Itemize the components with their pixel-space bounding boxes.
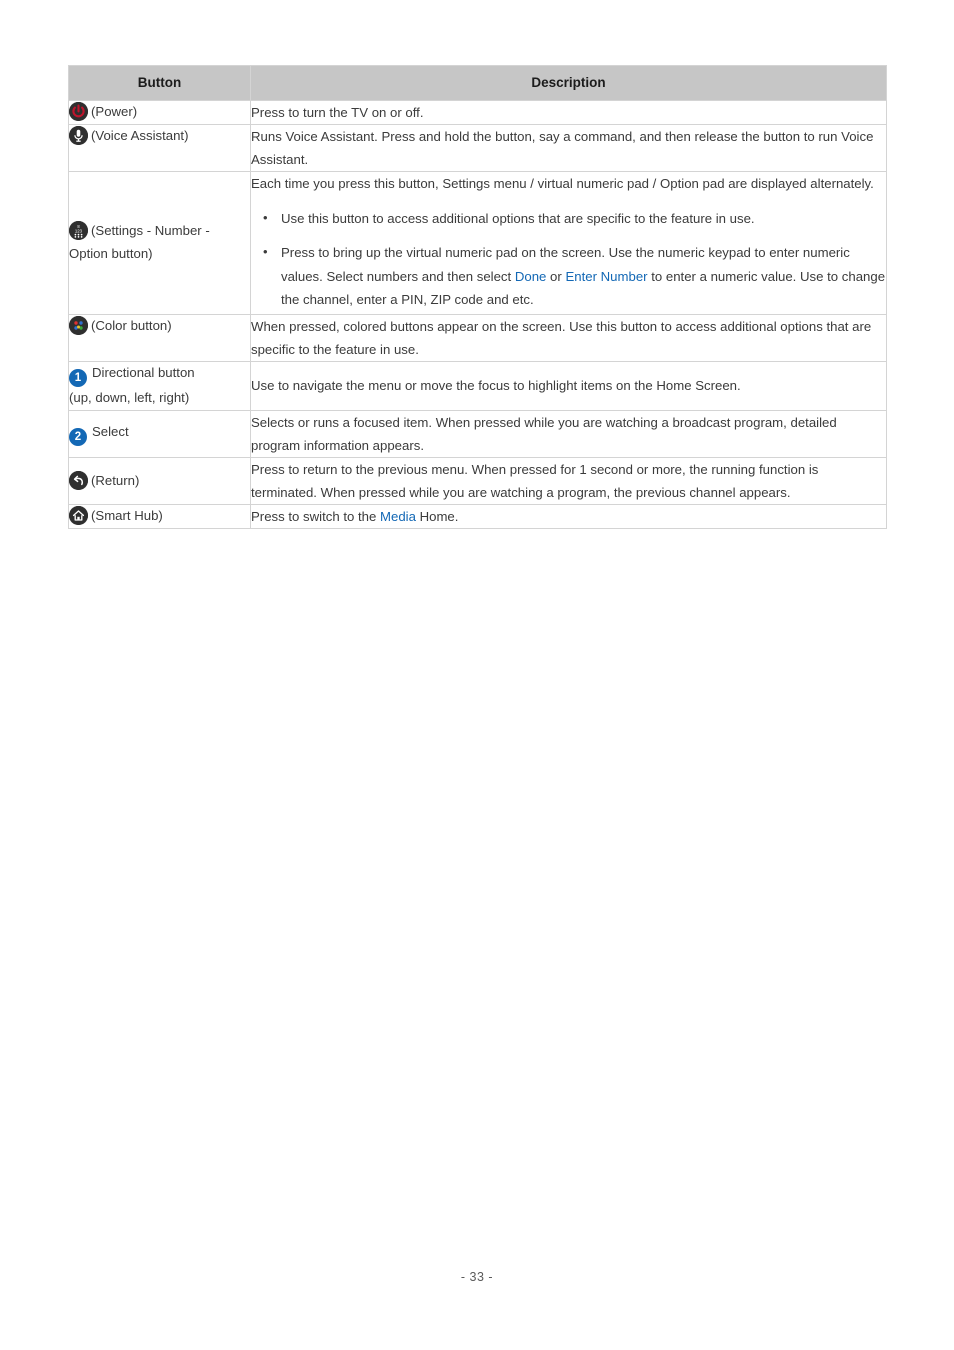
svg-text:123: 123 bbox=[75, 229, 83, 234]
table-row: (Color button) When pressed, colored but… bbox=[68, 313, 887, 362]
description-cell: Selects or runs a focused item. When pre… bbox=[250, 409, 887, 458]
button-label: Select bbox=[92, 424, 129, 440]
table-row: 8 123 (Settings - Number - Option button… bbox=[68, 171, 887, 315]
table-row: (Smart Hub) Press to switch to the Media… bbox=[68, 504, 887, 530]
button-label-line-1: 1 Directional button bbox=[69, 362, 250, 387]
column-header-description: Description bbox=[250, 65, 887, 101]
button-label-line-2: (up, down, left, right) bbox=[69, 389, 190, 405]
button-label: (Voice Assistant) bbox=[91, 128, 189, 144]
description-cell: Press to switch to the Media Home. bbox=[250, 504, 887, 530]
microphone-icon bbox=[69, 126, 88, 146]
button-cell: 8 123 (Settings - Number - Option button… bbox=[68, 171, 251, 315]
description-bullet-list: Use this button to access additional opt… bbox=[251, 206, 886, 312]
remote-button-table-wrapper: Button Description (Power) Press to turn… bbox=[68, 65, 887, 530]
list-item: Press to bring up the virtual numeric pa… bbox=[263, 240, 886, 312]
description-text-before: Press to switch to the bbox=[251, 509, 380, 525]
power-icon bbox=[69, 102, 88, 121]
button-label: (Power) bbox=[91, 104, 138, 119]
button-cell: (Return) bbox=[68, 456, 251, 506]
table-row: (Power) Press to turn the TV on or off. bbox=[68, 99, 887, 126]
column-header-button: Button bbox=[68, 65, 251, 101]
description-intro: Each time you press this button, Setting… bbox=[251, 176, 874, 192]
description-cell: When pressed, colored buttons appear on … bbox=[250, 313, 887, 362]
description-cell: Each time you press this button, Setting… bbox=[250, 171, 887, 315]
button-cell: 1 Directional button (up, down, left, rig… bbox=[68, 360, 251, 411]
table-header-row: Button Description bbox=[68, 65, 887, 101]
remote-button-table: Button Description (Power) Press to turn… bbox=[68, 65, 887, 530]
bullet-text-middle: or bbox=[546, 268, 566, 284]
return-arrow-icon bbox=[69, 470, 88, 490]
button-cell: 2 Select bbox=[68, 409, 251, 458]
table-row: (Voice Assistant) Runs Voice Assistant. … bbox=[68, 124, 887, 173]
description-cell: Use to navigate the menu or move the foc… bbox=[250, 360, 887, 411]
table-row: (Return) Press to return to the previous… bbox=[68, 456, 887, 506]
button-label: (Return) bbox=[91, 472, 140, 488]
link-done[interactable]: Done bbox=[515, 269, 547, 284]
bullet-text: Use this button to access additional opt… bbox=[281, 210, 755, 226]
button-cell: (Smart Hub) bbox=[68, 504, 251, 530]
numeric-keypad-icon: 8 123 bbox=[69, 221, 88, 241]
button-label: (Color button) bbox=[91, 317, 172, 333]
link-enter-number[interactable]: Enter Number bbox=[565, 269, 647, 284]
button-label-line-2: Option button) bbox=[69, 246, 153, 262]
button-label: (Smart Hub) bbox=[91, 508, 163, 524]
document-page: Button Description (Power) Press to turn… bbox=[0, 0, 954, 1350]
button-label: Directional button bbox=[92, 364, 195, 380]
button-cell: (Voice Assistant) bbox=[68, 124, 251, 173]
description-text-after: Home. bbox=[415, 509, 459, 525]
button-cell: (Power) bbox=[68, 99, 251, 126]
link-media[interactable]: Media bbox=[380, 509, 416, 524]
number-1-icon: 1 bbox=[69, 368, 87, 387]
table-row: 2 Select Selects or runs a focused item. … bbox=[68, 409, 887, 458]
table-row: 1 Directional button (up, down, left, rig… bbox=[68, 360, 887, 411]
button-label: (Settings - Number - bbox=[91, 223, 210, 239]
list-item: Use this button to access additional opt… bbox=[263, 206, 886, 231]
number-2-icon: 2 bbox=[69, 428, 87, 447]
description-cell: Press to turn the TV on or off. bbox=[250, 99, 887, 126]
button-label-line-1: 8 123 (Settings - Number - bbox=[69, 220, 250, 243]
color-button-icon bbox=[69, 315, 88, 335]
description-cell: Runs Voice Assistant. Press and hold the… bbox=[250, 124, 887, 173]
home-icon bbox=[69, 506, 88, 526]
description-cell: Press to return to the previous menu. Wh… bbox=[250, 456, 887, 506]
button-cell: (Color button) bbox=[68, 313, 251, 362]
page-number: - 33 - bbox=[460, 1270, 494, 1284]
